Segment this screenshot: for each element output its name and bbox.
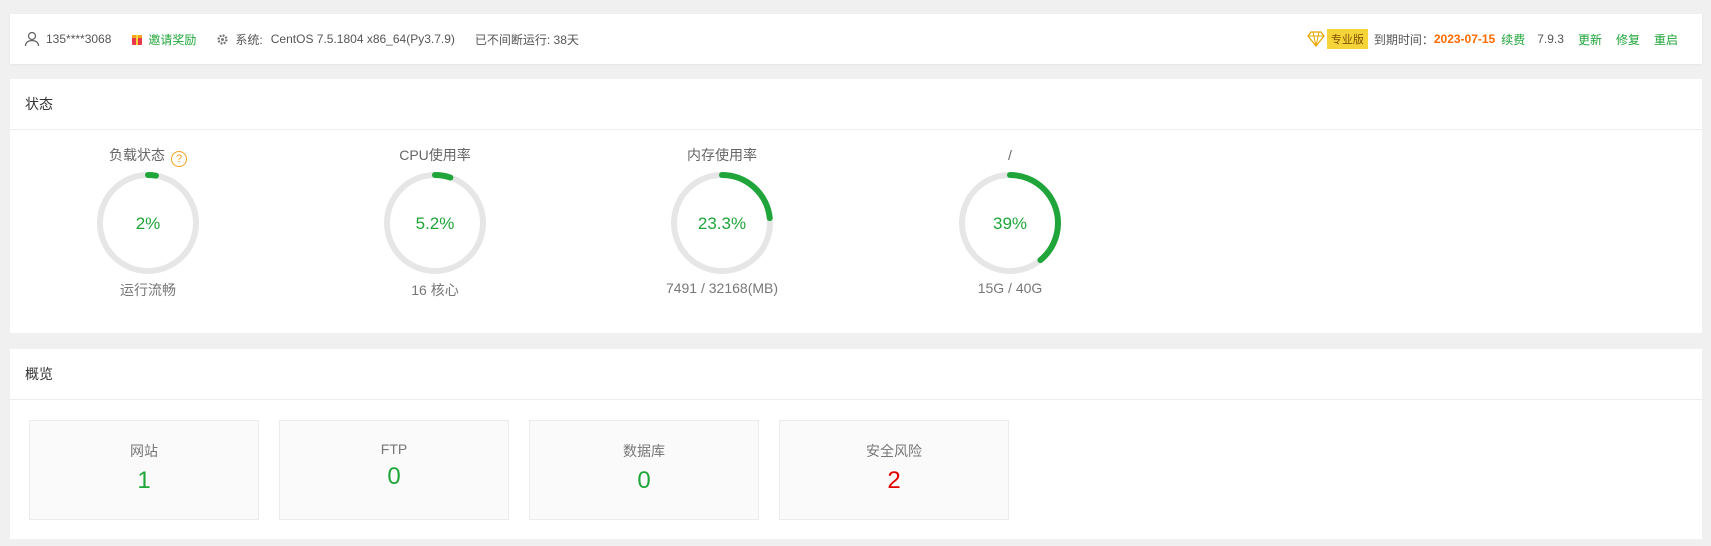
load-gauge-title: 负载状态 (109, 147, 165, 163)
version-number: 7.9.3 (1537, 32, 1564, 46)
load-ring: 2% (97, 172, 199, 274)
card-database[interactable]: 数据库 0 (529, 420, 759, 520)
uptime-info: 已不间断运行: 38天 (475, 31, 579, 48)
card-value: 0 (637, 467, 651, 494)
disk-gauge-sub: 15G / 40G (977, 280, 1043, 296)
cpu-gauge-sub: 16 核心 (411, 282, 459, 298)
overview-panel: 概览 网站 1 FTP 0 数据库 0 安全风险 2 (10, 349, 1702, 539)
cpu-gauge-title: CPU使用率 (399, 147, 471, 163)
help-icon[interactable]: ? (171, 151, 187, 167)
top-info-bar: 135****3068 邀请奖励 系统: CentOS 7.5.1804 x86… (10, 14, 1702, 64)
card-value: 2 (887, 467, 901, 494)
pro-badge: 专业版 (1326, 29, 1368, 49)
user-phone: 135****3068 (46, 32, 112, 46)
memory-gauge-sub: 7491 / 32168(MB) (665, 280, 779, 296)
update-link[interactable]: 更新 (1578, 31, 1602, 48)
system-value: CentOS 7.5.1804 x86_64(Py3.7.9) (270, 32, 455, 46)
overview-cards: 网站 1 FTP 0 数据库 0 安全风险 2 (10, 400, 1702, 540)
memory-gauge[interactable]: 内存使用率 23.3% 7491 / 32168(MB) (627, 144, 817, 296)
status-panel: 状态 负载状态? 2% 运行流畅 CPU使用率 5.2% 16 核心 内存使用率 (10, 79, 1702, 333)
cpu-gauge-value: 5.2% (416, 214, 455, 233)
load-gauge-value: 2% (136, 214, 161, 233)
card-label: 网站 (130, 443, 158, 459)
status-title: 状态 (10, 79, 1702, 130)
uptime-text: 已不间断运行: 38天 (474, 32, 579, 47)
card-label: 安全风险 (866, 443, 922, 459)
system-info: 系统: CentOS 7.5.1804 x86_64(Py3.7.9) (216, 31, 455, 48)
memory-gauge-title: 内存使用率 (687, 147, 757, 163)
invite-label: 邀请奖励 (148, 32, 197, 47)
memory-gauge-value: 23.3% (698, 214, 746, 233)
card-label: FTP (380, 441, 408, 457)
diamond-icon (1307, 31, 1325, 47)
cpu-gauge[interactable]: CPU使用率 5.2% 16 核心 (340, 144, 530, 300)
disk-ring: 39% (959, 172, 1061, 274)
restart-link[interactable]: 重启 (1654, 31, 1678, 48)
disk-gauge[interactable]: / 39% 15G / 40G (915, 144, 1105, 296)
expire-label: 到期时间： (1373, 32, 1434, 47)
memory-ring: 23.3% (671, 172, 773, 274)
user-info[interactable]: 135****3068 (24, 31, 111, 47)
card-label: 数据库 (623, 443, 665, 459)
gauge-row: 负载状态? 2% 运行流畅 CPU使用率 5.2% 16 核心 内存使用率 23… (10, 130, 1702, 330)
overview-title: 概览 (10, 349, 1702, 400)
disk-gauge-value: 39% (993, 214, 1027, 233)
card-websites[interactable]: 网站 1 (29, 420, 259, 520)
renew-link[interactable]: 续费 (1501, 31, 1525, 48)
load-gauge-sub: 运行流畅 (120, 282, 176, 298)
system-label: 系统: (235, 32, 263, 47)
gear-icon (217, 33, 229, 45)
invite-reward-link[interactable]: 邀请奖励 (131, 31, 196, 48)
repair-link[interactable]: 修复 (1616, 31, 1640, 48)
cpu-ring: 5.2% (384, 172, 486, 274)
card-value: 0 (387, 463, 401, 490)
gift-icon (132, 35, 143, 45)
card-value: 1 (137, 467, 151, 494)
expire-date: 2023-07-15 (1433, 32, 1496, 46)
load-gauge[interactable]: 负载状态? 2% 运行流畅 (53, 144, 243, 300)
user-icon (24, 31, 40, 47)
card-security-risk[interactable]: 安全风险 2 (779, 420, 1009, 520)
disk-gauge-title: / (1008, 147, 1012, 163)
card-ftp[interactable]: FTP 0 (279, 420, 509, 520)
